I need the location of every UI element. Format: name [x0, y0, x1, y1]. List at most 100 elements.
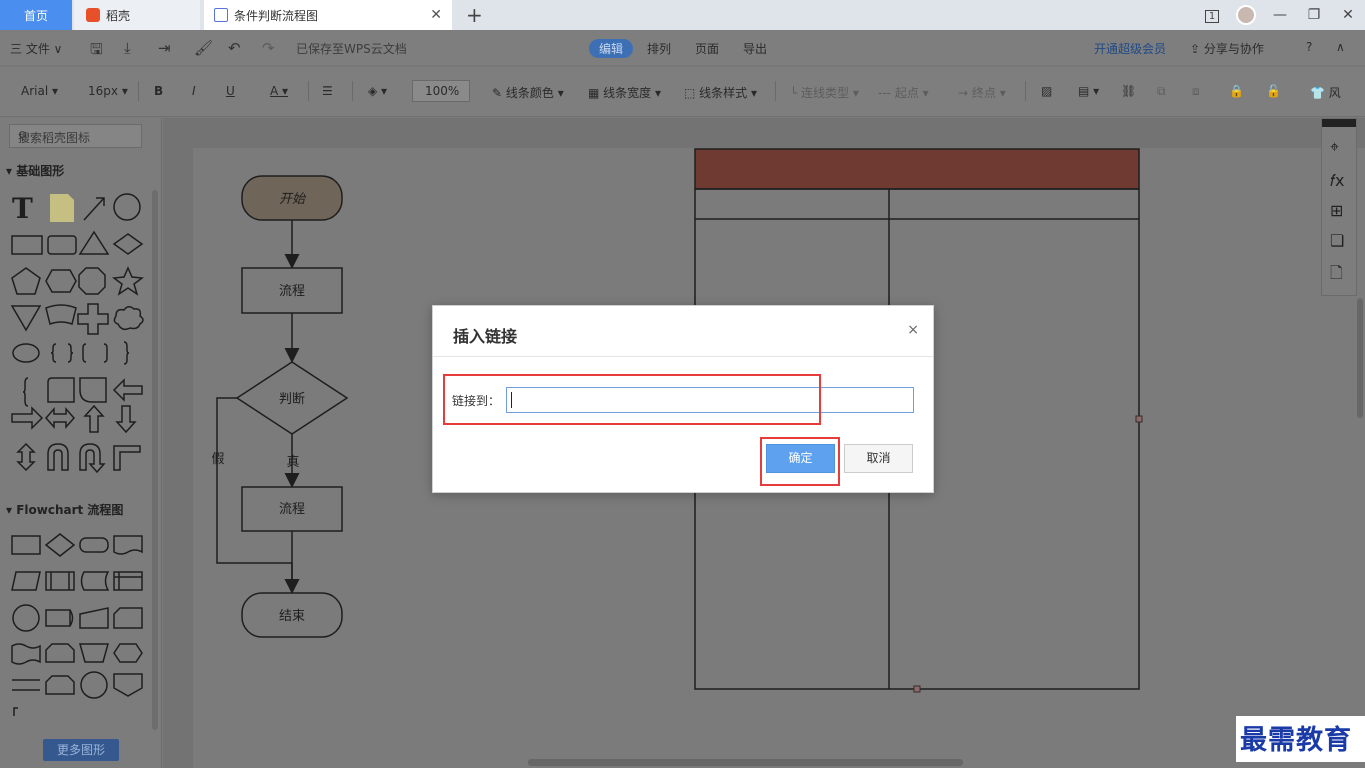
- tab-document-label: 条件判断流程图: [234, 8, 319, 23]
- minimize-icon[interactable]: —: [1263, 7, 1297, 23]
- elbow-icon: └: [790, 86, 802, 100]
- ungroup-icon[interactable]: ⧈: [1192, 84, 1200, 99]
- shape-corner: [113, 445, 141, 471]
- add-page-icon[interactable]: ⊞: [1330, 201, 1343, 220]
- flow-decision-label: 判断: [279, 392, 305, 407]
- copy-pages-icon[interactable]: ❏: [1330, 231, 1344, 250]
- tab-page[interactable]: 页面: [695, 40, 719, 57]
- fill-color-icon[interactable]: ◈ ▾: [368, 84, 387, 98]
- font-family-select[interactable]: Arial ▾: [21, 84, 58, 98]
- zoom-input[interactable]: 100%: [412, 80, 470, 102]
- section-flowchart[interactable]: ▾ Flowchart 流程图: [6, 501, 123, 518]
- font-size-select[interactable]: 16px ▾: [88, 84, 128, 98]
- flow-off-page-ref: [113, 673, 143, 697]
- tab-edit[interactable]: 编辑: [589, 39, 634, 58]
- resize-handle-bottom[interactable]: [913, 685, 921, 693]
- window-controls: 1 — ❐ ✕: [1195, 0, 1365, 30]
- align-icon[interactable]: ☰: [322, 84, 333, 98]
- divider: [352, 81, 353, 101]
- highlight-box-confirm: [760, 437, 840, 486]
- tab-arrange[interactable]: 排列: [647, 40, 671, 57]
- pen-icon: ✎: [492, 86, 506, 100]
- theme-icon[interactable]: 👕 风: [1310, 84, 1341, 101]
- shape-rounded-rect: [47, 235, 77, 255]
- import-icon[interactable]: ⇥: [158, 39, 171, 57]
- tab-export[interactable]: 导出: [743, 40, 767, 57]
- underline-button[interactable]: U: [226, 84, 235, 98]
- flow-process-label-1: 流程: [279, 284, 305, 299]
- tab-home[interactable]: 首页: [0, 0, 72, 30]
- lock-icon[interactable]: 🔒: [1229, 84, 1244, 98]
- collapse-icon[interactable]: ∧: [1336, 40, 1345, 54]
- flowchart-shapes-palette[interactable]: [4, 530, 152, 730]
- flow-terminator: [79, 537, 109, 553]
- flow-process: [11, 535, 41, 555]
- basic-shapes-palette[interactable]: T: [4, 188, 152, 488]
- navigator-icon[interactable]: ⌖: [1330, 137, 1339, 157]
- vertical-scrollbar[interactable]: [1357, 298, 1363, 418]
- swimlane-header[interactable]: [694, 148, 1140, 190]
- redo-icon[interactable]: ↷: [262, 39, 275, 57]
- more-shapes-button[interactable]: 更多图形: [43, 739, 119, 761]
- close-window-icon[interactable]: ✕: [1331, 7, 1365, 23]
- horizontal-scrollbar[interactable]: [528, 759, 963, 766]
- close-tab-icon[interactable]: ✕: [430, 7, 442, 23]
- section-basic-shapes[interactable]: ▾ 基础图形: [6, 162, 64, 179]
- arrow-end-icon: →: [958, 86, 972, 100]
- link-icon[interactable]: ⛓: [1121, 84, 1136, 98]
- flow-start-label: 开始: [279, 192, 306, 207]
- italic-button[interactable]: I: [192, 84, 196, 98]
- font-color-button[interactable]: A ▾: [270, 84, 288, 98]
- resize-handle-right[interactable]: [1135, 415, 1143, 423]
- line-style-button[interactable]: ⬚ 线条样式 ▾: [684, 84, 757, 101]
- group-icon[interactable]: ⧉: [1157, 84, 1166, 99]
- sidebar-scrollbar[interactable]: [152, 190, 158, 730]
- tab-docer[interactable]: 稻壳: [74, 0, 200, 30]
- formula-icon[interactable]: 𝑓x: [1330, 171, 1344, 191]
- line-color-button[interactable]: ✎ 线条颜色 ▾: [492, 84, 564, 101]
- flow-decision: [44, 533, 76, 557]
- start-point-button[interactable]: --- 起点 ▾: [878, 84, 929, 101]
- flow-connector: [12, 604, 40, 632]
- shape-right-arrow: [11, 406, 44, 430]
- shape-braces: [50, 343, 74, 363]
- close-icon[interactable]: ×: [907, 322, 919, 338]
- new-tab-button[interactable]: +: [466, 3, 483, 27]
- shape-left-arrow: [112, 378, 143, 402]
- restore-icon[interactable]: ❐: [1297, 7, 1331, 23]
- flow-bracket: [13, 707, 18, 716]
- save-icon[interactable]: 🖫: [90, 39, 103, 64]
- line-start-icon: ---: [878, 86, 895, 100]
- shape-text: T: [12, 192, 33, 225]
- tab-docer-label: 稻壳: [106, 8, 131, 23]
- file-menu[interactable]: 三 文件 ∨: [10, 40, 62, 57]
- format-painter-icon[interactable]: 🖌: [194, 39, 213, 57]
- shape-down-arrow: [115, 405, 137, 434]
- search-icon[interactable]: ⚲: [18, 129, 137, 143]
- flow-loop-limit: [45, 643, 75, 663]
- line-width-button[interactable]: ▦ 线条宽度 ▾: [588, 84, 661, 101]
- flow-off-page: [80, 671, 108, 699]
- table-icon[interactable]: ▤ ▾: [1078, 84, 1099, 98]
- title-bar: 首页 稻壳 条件判断流程图 ✕ + 1 — ❐ ✕: [0, 0, 1365, 30]
- shape-diamond: [112, 233, 144, 255]
- undo-icon[interactable]: ↶: [228, 39, 241, 57]
- download-icon[interactable]: ⤓: [124, 39, 131, 57]
- image-icon[interactable]: ▨: [1041, 84, 1052, 98]
- flow-manual-op: [79, 643, 109, 663]
- cancel-button[interactable]: 取消: [844, 444, 913, 473]
- connector-type-button[interactable]: └ 连线类型 ▾: [790, 84, 859, 101]
- help-icon[interactable]: ?: [1306, 40, 1312, 54]
- tool-strip-header: [1322, 119, 1356, 127]
- vip-link[interactable]: 开通超级会员: [1094, 40, 1166, 57]
- bold-button[interactable]: B: [154, 84, 163, 98]
- page-indicator[interactable]: 1: [1195, 7, 1229, 23]
- share-button[interactable]: ⇪ 分享与协作: [1190, 40, 1264, 57]
- tab-document[interactable]: 条件判断流程图 ✕: [204, 0, 452, 30]
- unlock-icon[interactable]: 🔓: [1266, 84, 1281, 98]
- page-icon[interactable]: 🗋: [1330, 262, 1343, 289]
- user-avatar[interactable]: [1229, 5, 1263, 25]
- icon-search-input[interactable]: 搜索稻壳图标 ⚲: [9, 124, 142, 148]
- menu-bar: 三 文件 ∨ 🖫 ⤓ ⇥ 🖌 ↶ ↷ 已保存至WPS云文档 编辑 排列 页面 导…: [0, 30, 1365, 66]
- end-point-button[interactable]: → 终点 ▾: [958, 84, 1006, 101]
